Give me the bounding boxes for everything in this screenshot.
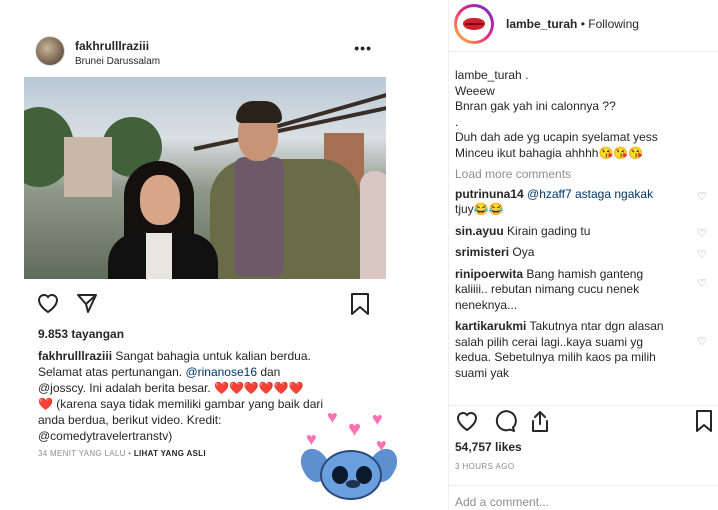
caption-line: Bnran gak yah ini calonnya ?? <box>455 99 616 113</box>
share-upload-icon[interactable] <box>529 409 551 433</box>
see-original-link: LIHAT YANG ASLI <box>133 449 206 458</box>
add-comment-input[interactable] <box>455 495 695 509</box>
stitch-sticker-icon <box>295 438 403 510</box>
comment-item: putrinuna14 @hzaff7 astaga ngakak tjuy😂😂… <box>455 187 713 218</box>
caption-author-link[interactable]: lambe_turah <box>455 68 522 82</box>
header-separator: • <box>577 17 589 31</box>
caption-text: Sangat bahagia untuk kalian berdua. <box>112 349 311 363</box>
embedded-video-frame <box>24 77 386 279</box>
comment-text: Bang hamish ganteng <box>526 266 644 281</box>
comment-text: @hzaff7 astaga ngakak <box>527 186 654 201</box>
comment-text: Takutnya ntar dgn alasan <box>529 319 664 333</box>
embedded-view-count: 9.853 tayangan <box>38 327 125 341</box>
caption-text: @josscy. Ini adalah berita besar. ❤️❤️❤️… <box>38 381 304 395</box>
comment-text: neneknya... <box>455 297 518 312</box>
caption-line: Minceu ikut bahagia ahhhh😘😘😘 <box>455 145 644 160</box>
save-bookmark-icon[interactable] <box>695 409 713 433</box>
heart-sticker-icon: ♥ <box>327 407 338 427</box>
comment-item: sin.ayuu Kirain gading tu ♡ <box>455 224 713 240</box>
bookmark-icon <box>350 292 370 316</box>
comments-area: lambe_turah . Weeew Bnran gak yah ini ca… <box>455 68 713 387</box>
heart-sticker-icon: ♥ <box>348 416 362 441</box>
like-heart-icon[interactable] <box>455 410 479 432</box>
account-avatar[interactable] <box>454 4 494 44</box>
comment-item: kartikarukmi Takutnya ntar dgn alasan sa… <box>455 319 713 381</box>
post-action-bar <box>449 405 718 435</box>
comment-text: Oya <box>512 245 535 259</box>
comment-item: rinipoerwita Bang hamish ganteng kaliiii… <box>455 267 713 314</box>
comment-username-link[interactable]: kartikarukmi <box>455 319 526 333</box>
heart-icon <box>36 292 60 314</box>
comment-username-link[interactable]: srimisteri <box>455 245 509 259</box>
post-side-panel: lambe_turah • Following lambe_turah . We… <box>449 0 718 510</box>
comment-item: srimisteri Oya ♡ <box>455 245 713 261</box>
time-ago: 34 MENIT YANG LALU <box>38 449 126 458</box>
comment-text: suami yak <box>455 365 510 380</box>
load-more-comments-button[interactable]: Load more comments <box>455 167 713 183</box>
post-timestamp: 3 HOURS AGO <box>455 462 515 471</box>
comment-text: kedua. Sebetulnya milih kaos pa milih <box>455 350 656 364</box>
embedded-user-avatar <box>35 36 65 66</box>
share-icon <box>76 292 98 314</box>
header-user-line: lambe_turah • Following <box>506 17 639 31</box>
embedded-timestamp: 34 MENIT YANG LALU • LIHAT YANG ASLI <box>38 449 206 458</box>
caption-line: Duh dah ade yg ucapin syelamat yess <box>455 130 658 144</box>
comment-like-icon[interactable]: ♡ <box>697 227 707 243</box>
comment-username-link[interactable]: putrinuna14 <box>455 187 524 201</box>
lips-logo-icon <box>463 18 485 30</box>
caption-line: Weeew <box>455 83 495 98</box>
comment-text: salah pilih cerai lagi..kaya suami yg <box>455 334 644 349</box>
comment-text: Kirain gading tu <box>507 223 591 238</box>
embedded-action-bar <box>24 290 386 318</box>
caption-text: Selamat atas pertunangan. <box>38 365 186 379</box>
caption-username: fakhrulllraziii <box>38 349 113 363</box>
comment-like-icon[interactable]: ♡ <box>697 248 707 264</box>
heart-sticker-icon: ♥ <box>372 409 383 429</box>
embedded-location: Brunei Darussalam <box>75 56 161 67</box>
comment-username-link[interactable]: rinipoerwita <box>455 267 523 281</box>
caption-text: dan <box>257 365 281 379</box>
comment-like-icon[interactable]: ♡ <box>697 335 707 351</box>
comment-text: tjuy😂😂 <box>455 202 504 216</box>
likes-count[interactable]: 54,757 likes <box>455 440 522 454</box>
post-header: lambe_turah • Following <box>449 0 718 52</box>
more-options-icon: ••• <box>354 40 372 56</box>
caption-line: . <box>455 114 459 129</box>
woman-figure <box>102 149 220 279</box>
comment-like-icon[interactable]: ♡ <box>697 190 707 206</box>
comment-username-link[interactable]: sin.ayuu <box>455 224 504 238</box>
comment-like-icon[interactable]: ♡ <box>697 277 707 293</box>
embedded-caption: fakhrulllraziii Sangat bahagia untuk kal… <box>38 348 383 444</box>
man-figure <box>204 97 364 279</box>
caption-mention: @rinanose16 <box>185 365 257 379</box>
time-separator: • <box>125 449 134 458</box>
caption-line: . <box>525 68 529 82</box>
add-comment-bar <box>449 485 718 510</box>
comment-bubble-icon[interactable] <box>493 410 517 432</box>
embedded-username: fakhrulllraziii <box>75 39 150 53</box>
following-button[interactable]: Following <box>588 17 639 31</box>
comment-text: kaliiii.. rebutan nimang cucu nenek <box>455 282 640 296</box>
embedded-screenshot: fakhrulllraziii Brunei Darussalam ••• 9.… <box>0 0 448 510</box>
header-username-link[interactable]: lambe_turah <box>506 17 577 31</box>
